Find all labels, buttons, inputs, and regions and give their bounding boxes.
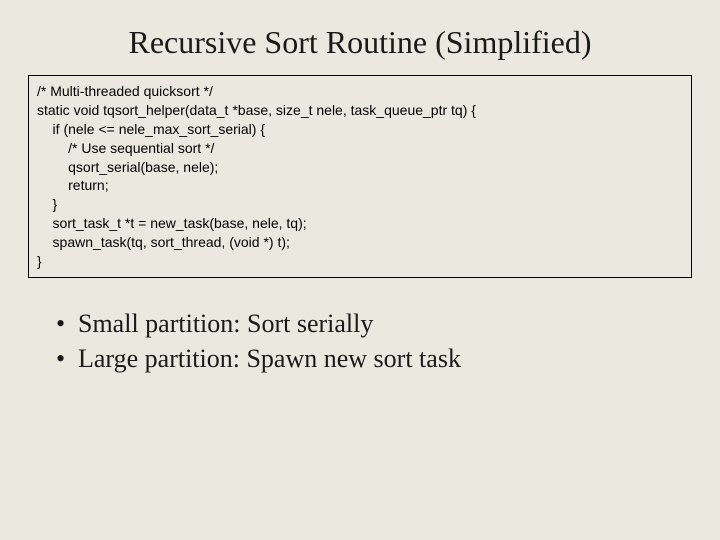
bullet-dot-icon: •: [56, 306, 78, 341]
bullet-list: • Small partition: Sort serially • Large…: [28, 306, 692, 376]
bullet-text: Large partition: Spawn new sort task: [78, 341, 461, 376]
list-item: • Small partition: Sort serially: [56, 306, 692, 341]
code-block: /* Multi-threaded quicksort */ static vo…: [28, 75, 692, 278]
bullet-text: Small partition: Sort serially: [78, 306, 373, 341]
slide: Recursive Sort Routine (Simplified) /* M…: [0, 0, 720, 540]
slide-title: Recursive Sort Routine (Simplified): [28, 24, 692, 61]
bullet-dot-icon: •: [56, 341, 78, 376]
list-item: • Large partition: Spawn new sort task: [56, 341, 692, 376]
